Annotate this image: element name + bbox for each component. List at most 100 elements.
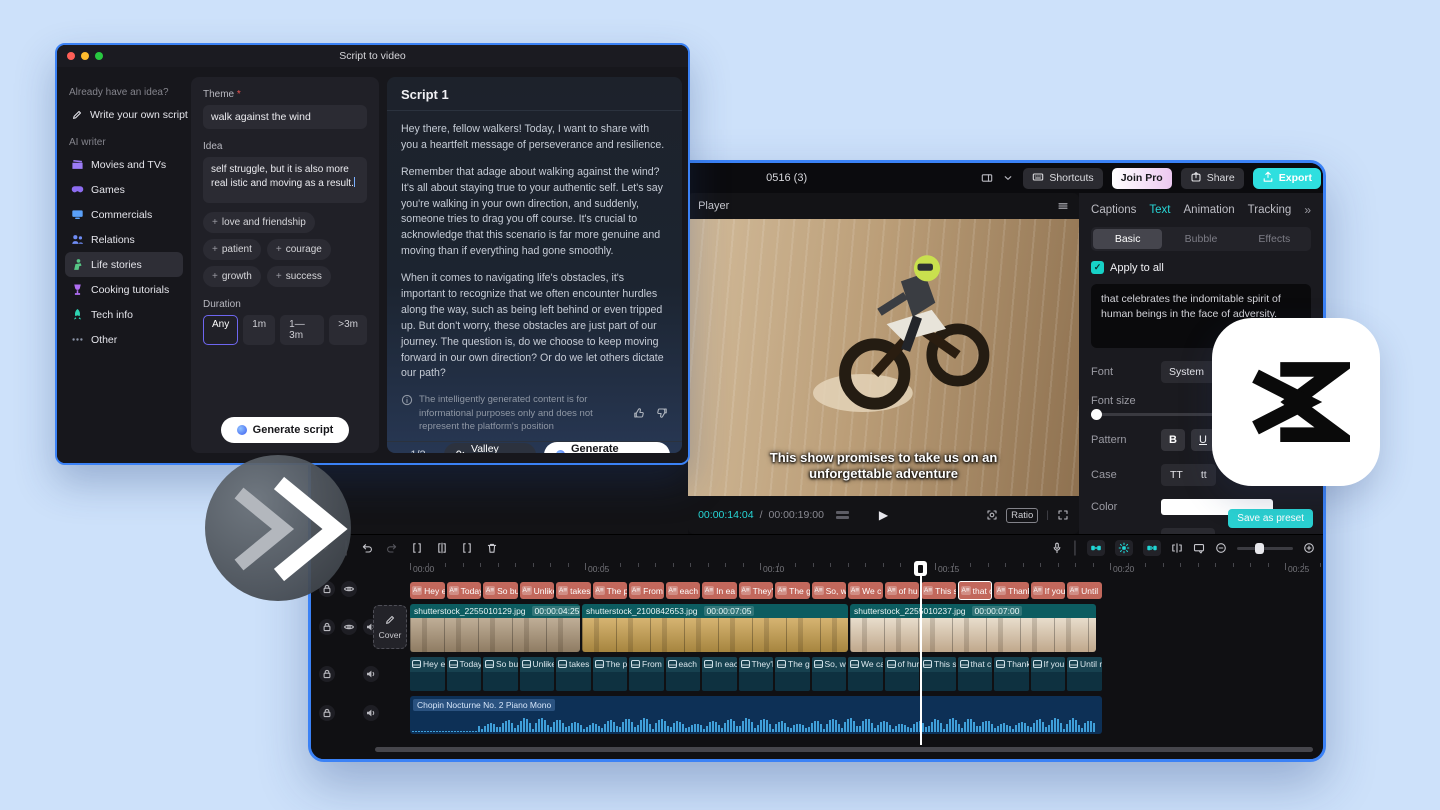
caption-clip[interactable]: A≡that c [958,581,993,600]
caption-clip[interactable]: A≡The p [593,582,628,599]
caption-clip[interactable]: A≡This s [921,582,956,599]
tab-text[interactable]: Text [1149,204,1170,216]
preview-focus-icon[interactable] [986,509,998,521]
timeline-ruler[interactable]: 00:0000:0500:1000:1500:2000:25 [311,561,1323,581]
magnetic-snap-toggle[interactable] [1115,540,1133,556]
sidebar-item-other[interactable]: Other [65,327,183,352]
save-as-preset-button[interactable]: Save as preset [1228,509,1313,528]
caption-clip[interactable]: A≡We c [848,582,883,599]
timeline-zoom-slider[interactable] [1237,547,1293,550]
text-clip[interactable]: They'l [739,657,774,691]
tab-tracking[interactable]: Tracking [1248,204,1292,216]
split-frame-icon[interactable] [1171,542,1183,554]
sidebar-item-games[interactable]: Games [65,177,183,202]
quality-icon[interactable] [836,511,849,519]
video-clip[interactable]: shutterstock_2255010237.jpg00:00:07:00 [850,604,1096,652]
caption-clip[interactable]: A≡In ea [702,582,737,599]
text-clip[interactable]: The p [593,657,628,691]
caption-clip[interactable]: A≡each [666,582,701,599]
layout-caret-icon[interactable] [1002,172,1014,184]
text-clip[interactable]: of hur [885,657,920,691]
text-clip[interactable]: So, w [812,657,847,691]
lowercase-button[interactable]: tt [1192,464,1216,486]
duration-option-Any[interactable]: Any [203,315,238,345]
caption-clip[interactable]: A≡of hu [885,582,920,599]
play-button[interactable]: ▶ [879,508,888,522]
more-tabs-icon[interactable]: » [1304,203,1311,217]
caption-clip[interactable]: A≡Until [1067,582,1102,599]
zoom-out-icon[interactable] [1215,542,1227,554]
caption-clip[interactable]: A≡From [629,582,664,599]
playhead-handle[interactable] [914,561,927,576]
shortcuts-button[interactable]: Shortcuts [1023,168,1102,189]
tab-captions[interactable]: Captions [1091,204,1136,216]
text-clip[interactable]: Today [447,657,482,691]
split-right-icon[interactable] [461,542,473,554]
split-left-icon[interactable] [436,542,448,554]
text-clip[interactable]: From [629,657,664,691]
caption-clip[interactable]: A≡The g [775,582,810,599]
text-clip[interactable]: that c [958,657,993,691]
zoom-button[interactable] [95,52,103,60]
caption-clip[interactable]: A≡So bu [483,582,518,599]
voice-select[interactable]: Valley Girl [444,443,536,453]
preview-window-icon[interactable] [1193,542,1205,554]
sidebar-item-write-own-script[interactable]: Write your own script [65,102,183,127]
video-clip[interactable]: shutterstock_2100842653.jpg00:00:07:05 [582,604,848,652]
subtab-effects[interactable]: Effects [1240,229,1309,249]
close-button[interactable] [67,52,75,60]
auto-ripple-toggle[interactable] [1143,540,1161,556]
playhead-line[interactable] [920,561,922,745]
tag-love-and-friendship[interactable]: +love and friendship [203,212,315,233]
split-icon[interactable] [411,542,423,554]
sidebar-item-movies-and-tvs[interactable]: Movies and TVs [65,152,183,177]
duration-option-3m[interactable]: >3m [329,315,367,345]
text-clip[interactable]: In eac [702,657,737,691]
record-voiceover-icon[interactable] [1051,542,1063,554]
thumbs-up-icon[interactable] [633,407,645,419]
uppercase-button[interactable]: TT [1161,464,1192,486]
layout-icon[interactable] [981,172,993,184]
sidebar-item-tech-info[interactable]: Tech info [65,302,183,327]
text-clip[interactable]: Thank [994,657,1029,691]
prev-page-button[interactable]: ‹ [399,448,403,453]
join-pro-button[interactable]: Join Pro [1112,168,1172,189]
text-clip[interactable]: This s [921,657,956,691]
theme-input[interactable] [203,105,367,129]
text-clip[interactable]: takes [556,657,591,691]
fullscreen-icon[interactable] [1057,509,1069,521]
ratio-button[interactable]: Ratio [1006,508,1038,523]
caption-clip[interactable]: A≡Unlike [520,582,555,599]
duration-option-13m[interactable]: 1—3m [280,315,324,345]
player-menu-icon[interactable] [1057,200,1069,212]
text-clip[interactable]: Hey e [410,657,445,691]
generate-video-button[interactable]: Generate video [544,442,670,453]
tag-growth[interactable]: +growth [203,266,261,287]
sidebar-item-life-stories[interactable]: Life stories [65,252,183,277]
tab-animation[interactable]: Animation [1184,204,1235,216]
apply-to-all-checkbox[interactable]: ✓ [1091,261,1104,274]
horizontal-scrollbar[interactable] [375,747,1313,752]
caption-clip[interactable]: A≡They' [739,582,774,599]
share-button[interactable]: Share [1181,168,1244,189]
audio-clip[interactable]: Chopin Nocturne No. 2 Piano Mono [410,696,1102,734]
delete-icon[interactable] [486,542,498,554]
duration-option-1m[interactable]: 1m [243,315,275,345]
link-clips-toggle[interactable] [1087,540,1105,556]
sidebar-item-cooking-tutorials[interactable]: Cooking tutorials [65,277,183,302]
tag-courage[interactable]: +courage [267,239,331,260]
generate-script-button[interactable]: Generate script [221,417,350,443]
minimize-button[interactable] [81,52,89,60]
text-clip[interactable]: If you [1031,657,1066,691]
text-clip[interactable]: Unlike [520,657,555,691]
text-clip[interactable]: Until r [1067,657,1102,691]
caption-clip[interactable]: A≡So, w [812,582,847,599]
text-clip[interactable]: The g [775,657,810,691]
text-clip[interactable]: We ca [848,657,883,691]
sidebar-item-commercials[interactable]: Commercials [65,202,183,227]
subtab-basic[interactable]: Basic [1093,229,1162,249]
text-clip[interactable]: So bu [483,657,518,691]
caption-clip[interactable]: A≡Thank [994,582,1029,599]
idea-input[interactable]: self struggle, but it is also more real … [203,157,367,203]
tag-success[interactable]: +success [267,266,331,287]
